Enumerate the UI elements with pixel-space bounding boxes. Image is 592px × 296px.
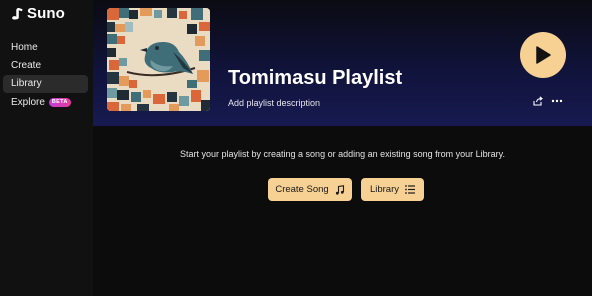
library-label: Library bbox=[369, 184, 400, 195]
create-song-label: Create Song bbox=[275, 184, 329, 195]
main-content: Tomimasu Playlist Add playlist descripti… bbox=[93, 0, 592, 296]
sidebar-item-label: Home bbox=[11, 41, 38, 53]
playlist-header: Tomimasu Playlist Add playlist descripti… bbox=[93, 0, 592, 126]
playlist-description-placeholder[interactable]: Add playlist description bbox=[228, 98, 320, 108]
cover-artwork bbox=[107, 8, 210, 111]
app-logo[interactable]: Suno bbox=[11, 5, 65, 22]
share-icon[interactable] bbox=[533, 96, 543, 106]
play-icon bbox=[536, 46, 551, 64]
sidebar-item-label: Library bbox=[11, 78, 42, 90]
playlist-cover-image[interactable] bbox=[107, 8, 210, 111]
empty-playlist-message: Start your playlist by creating a song o… bbox=[180, 149, 505, 159]
beta-badge: BETA bbox=[48, 97, 71, 107]
suno-note-icon bbox=[12, 7, 23, 20]
library-button[interactable]: Library bbox=[361, 178, 424, 201]
play-button[interactable] bbox=[520, 32, 566, 78]
create-song-button[interactable]: Create Song bbox=[268, 178, 352, 201]
app-name: Suno bbox=[27, 5, 65, 22]
sidebar: Suno Home Create Library Explore BETA bbox=[0, 0, 93, 296]
sidebar-nav: Home Create Library Explore BETA bbox=[3, 38, 88, 112]
sidebar-item-explore[interactable]: Explore BETA bbox=[3, 93, 88, 111]
list-icon bbox=[405, 185, 416, 194]
more-horizontal-icon[interactable] bbox=[551, 96, 563, 106]
sidebar-item-home[interactable]: Home bbox=[3, 38, 88, 56]
sidebar-item-label: Create bbox=[11, 59, 42, 71]
music-note-icon bbox=[335, 184, 344, 195]
sidebar-item-library[interactable]: Library bbox=[3, 74, 88, 93]
sidebar-item-create[interactable]: Create bbox=[3, 56, 88, 74]
sidebar-item-label: Explore bbox=[11, 96, 45, 108]
playlist-title[interactable]: Tomimasu Playlist bbox=[228, 67, 402, 90]
